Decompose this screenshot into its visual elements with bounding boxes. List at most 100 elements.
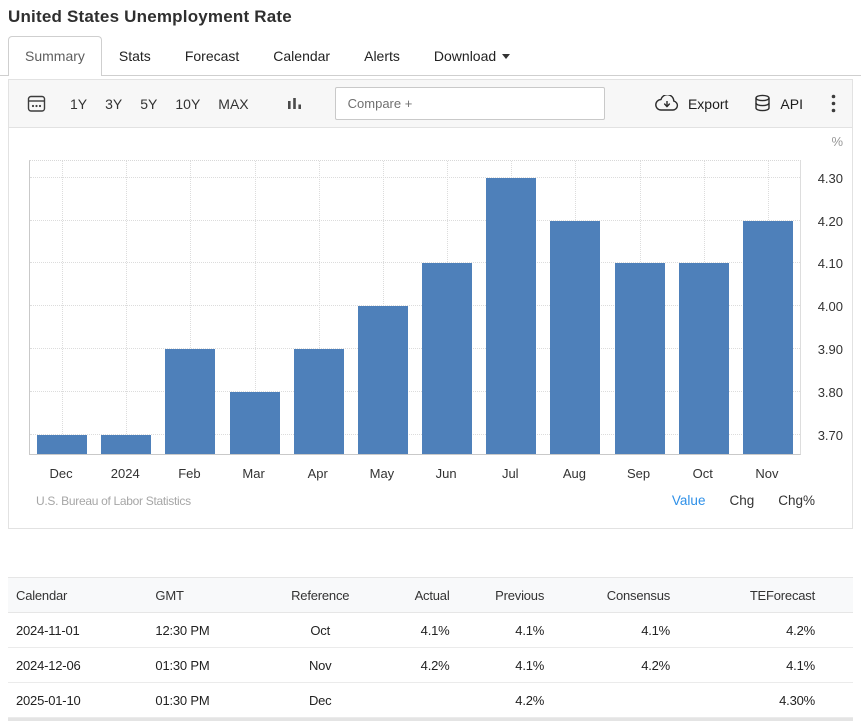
tab-label: Alerts	[364, 48, 400, 64]
x-axis-label: Sep	[627, 466, 650, 481]
bar-aug[interactable]	[550, 221, 600, 454]
api-button[interactable]: API	[754, 94, 803, 114]
table-cell: Nov	[272, 648, 367, 683]
table-cell: 4.30%	[678, 683, 853, 718]
chart-toolbar: 1Y 3Y 5Y 10Y MAX	[9, 80, 852, 128]
vertical-gridline	[62, 161, 63, 454]
table-cell	[368, 683, 458, 718]
tab-alerts[interactable]: Alerts	[347, 36, 417, 75]
database-icon	[754, 94, 771, 114]
table-cell: 4.1%	[678, 648, 853, 683]
export-button[interactable]: Export	[655, 95, 728, 112]
column-header-gmt: GMT	[147, 578, 272, 613]
api-label: API	[780, 96, 803, 112]
bar-dec[interactable]	[37, 435, 87, 454]
tab-label: Calendar	[273, 48, 330, 64]
tab-bar: Summary Stats Forecast Calendar Alerts Downlo…	[0, 36, 861, 76]
bar-jul[interactable]	[486, 178, 536, 454]
chart-type-button[interactable]	[285, 94, 305, 114]
tab-stats[interactable]: Stats	[102, 36, 168, 75]
table-cell: 01:30 PM	[147, 648, 272, 683]
column-header-previous: Previous	[458, 578, 553, 613]
tab-calendar[interactable]: Calendar	[256, 36, 347, 75]
vertical-gridline	[126, 161, 127, 454]
bar-feb[interactable]	[165, 349, 215, 454]
chart-mode-chg[interactable]: Chg	[729, 493, 754, 508]
bar-may[interactable]	[358, 306, 408, 454]
column-header-calendar: Calendar	[8, 578, 147, 613]
kebab-menu-icon	[831, 94, 836, 113]
bar-jun[interactable]	[422, 263, 472, 454]
tab-label: Summary	[25, 48, 85, 64]
tab-forecast[interactable]: Forecast	[168, 36, 256, 75]
bar-nov[interactable]	[743, 221, 793, 454]
table-cell: 4.1%	[458, 613, 553, 648]
chart-panel: 1Y 3Y 5Y 10Y MAX	[8, 79, 853, 529]
page: United States Unemployment Rate SummaryS…	[0, 0, 861, 721]
range-button-1y[interactable]: 1Y	[70, 96, 87, 112]
table-cell	[552, 683, 678, 718]
bar-2024[interactable]	[101, 435, 151, 454]
table-cell: 4.2%	[678, 613, 853, 648]
bar-chart-icon	[287, 96, 303, 112]
chart-footer: U.S. Bureau of Labor Statistics ValueChg…	[9, 485, 852, 528]
table-cell: 4.2%	[458, 683, 553, 718]
calendar-table: CalendarGMTReferenceActualPreviousConsen…	[8, 577, 853, 718]
bar-sep[interactable]	[615, 263, 665, 454]
chevron-down-icon	[502, 54, 510, 59]
y-axis-label: 3.90	[818, 342, 843, 358]
table-cell: 4.1%	[458, 648, 553, 683]
column-header-actual: Actual	[368, 578, 458, 613]
horizontal-gridline	[30, 220, 800, 221]
column-header-consensus: Consensus	[552, 578, 678, 613]
chart-mode-value[interactable]: Value	[672, 493, 706, 508]
table-row[interactable]: 2024-12-0601:30 PMNov4.2%4.1%4.2%4.1%	[8, 648, 853, 683]
table-header-row: CalendarGMTReferenceActualPreviousConsen…	[8, 578, 853, 613]
date-range-picker-button[interactable]	[25, 92, 48, 115]
tab-download[interactable]: Download	[417, 36, 527, 75]
range-button-max[interactable]: MAX	[218, 96, 248, 112]
table-cell: 2024-11-01	[8, 613, 147, 648]
table-cell: 4.2%	[368, 648, 458, 683]
y-axis-label: 4.30	[818, 171, 843, 187]
tab-label: Stats	[119, 48, 151, 64]
tab-label: Download	[434, 48, 496, 64]
x-axis-label: 2024	[111, 466, 140, 481]
x-axis-label: Jun	[436, 466, 457, 481]
x-axis-label: May	[370, 466, 395, 481]
y-axis-label: 4.20	[818, 214, 843, 230]
plot-area	[29, 160, 801, 455]
x-axis-label: Apr	[308, 466, 328, 481]
column-header-reference: Reference	[272, 578, 367, 613]
table-row[interactable]: 2025-01-1001:30 PMDec4.2%4.30%	[8, 683, 853, 718]
bar-apr[interactable]	[294, 349, 344, 454]
table-cell: 4.1%	[552, 613, 678, 648]
column-header-teforecast: TEForecast	[678, 578, 853, 613]
calendar-icon	[27, 94, 46, 113]
x-axis-label: Dec	[50, 466, 73, 481]
bar-oct[interactable]	[679, 263, 729, 454]
horizontal-gridline	[30, 177, 800, 178]
calendar-table-section: CalendarGMTReferenceActualPreviousConsen…	[8, 577, 853, 718]
x-axis-label: Mar	[242, 466, 264, 481]
table-row[interactable]: 2024-11-0112:30 PMOct4.1%4.1%4.1%4.2%	[8, 613, 853, 648]
y-axis-label: 4.00	[818, 299, 843, 315]
tab-summary[interactable]: Summary	[8, 36, 102, 76]
x-axis-label: Oct	[693, 466, 713, 481]
compare-input[interactable]	[335, 87, 605, 120]
x-axis-label: Jul	[502, 466, 519, 481]
x-axis-label: Aug	[563, 466, 586, 481]
bar-mar[interactable]	[230, 392, 280, 454]
more-options-button[interactable]	[829, 92, 838, 115]
chart-mode-chgpct[interactable]: Chg%	[778, 493, 815, 508]
range-button-3y[interactable]: 3Y	[105, 96, 122, 112]
y-axis-unit-label: %	[831, 134, 843, 149]
table-cell: 2024-12-06	[8, 648, 147, 683]
table-cell: Oct	[272, 613, 367, 648]
table-cell: Dec	[272, 683, 367, 718]
range-button-5y[interactable]: 5Y	[140, 96, 157, 112]
page-title: United States Unemployment Rate	[0, 0, 861, 36]
y-axis-label: 3.70	[818, 428, 843, 444]
y-axis-label: 4.10	[818, 256, 843, 272]
range-button-10y[interactable]: 10Y	[175, 96, 200, 112]
